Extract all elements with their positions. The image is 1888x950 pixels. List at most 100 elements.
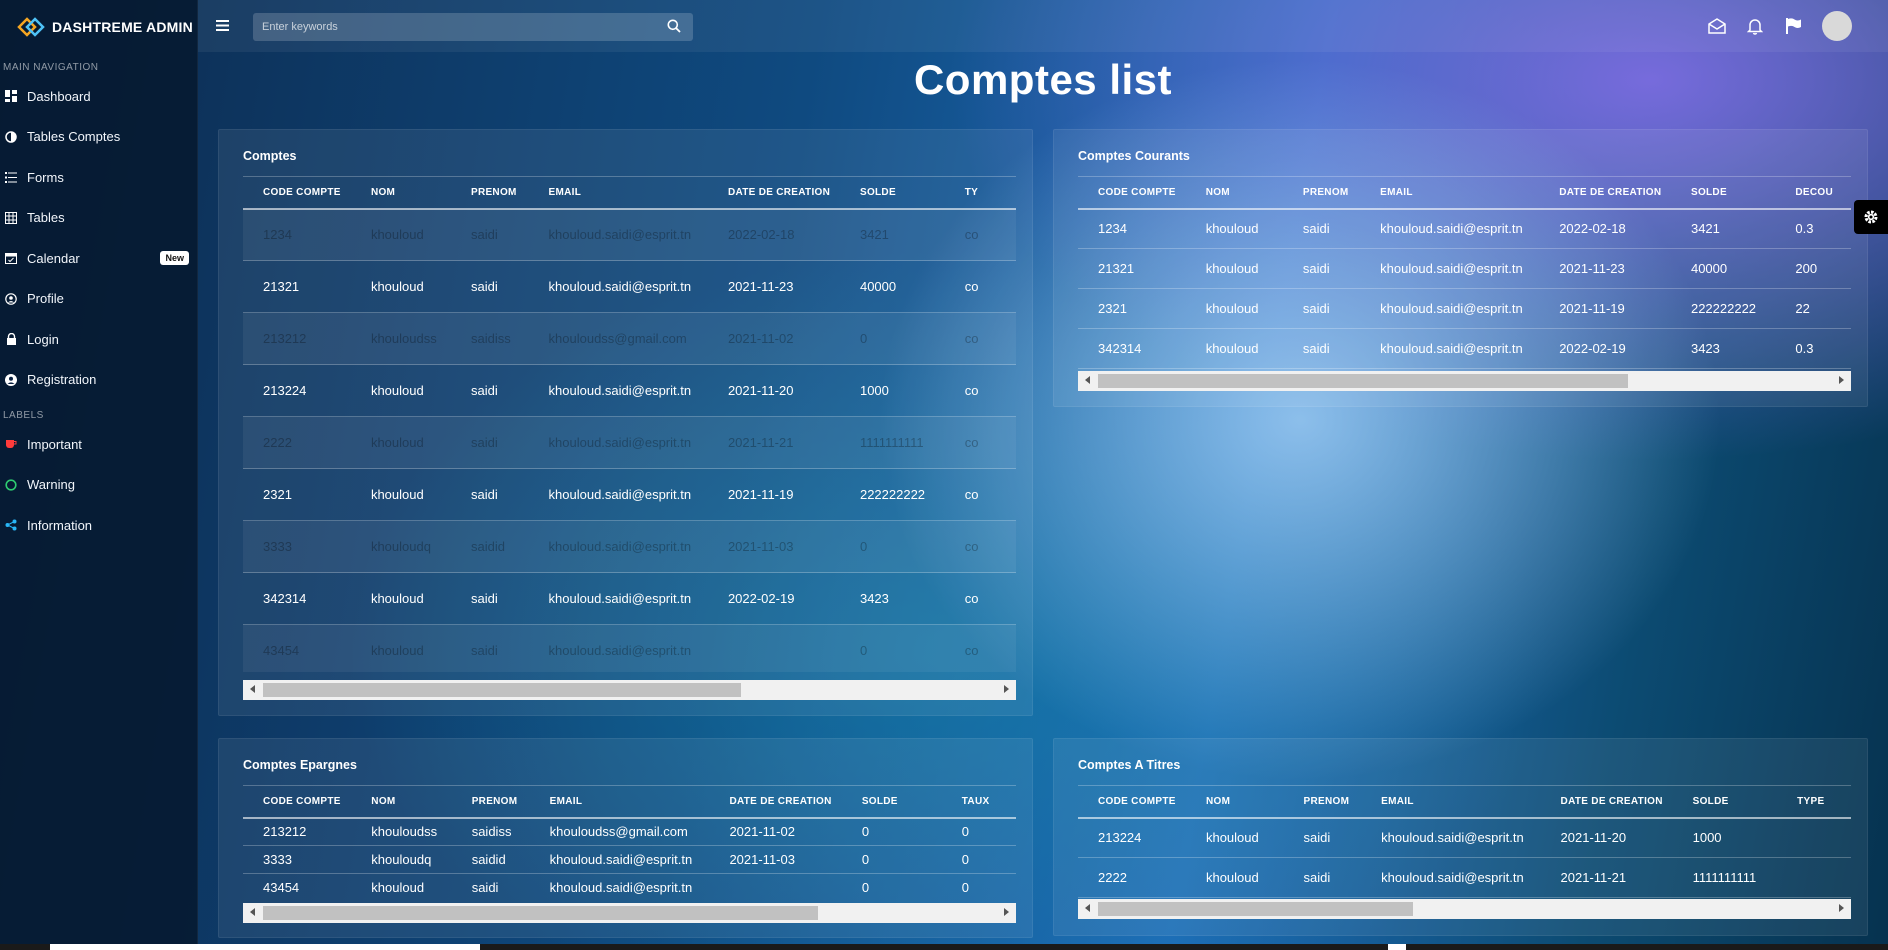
settings-gear-icon[interactable] — [1854, 200, 1888, 234]
column-header[interactable]: TY — [964, 176, 1016, 210]
column-header[interactable]: CODE COMPTE — [1078, 785, 1206, 819]
bell-icon[interactable] — [1736, 18, 1774, 35]
sidebar-label-warning[interactable]: Warning — [0, 465, 197, 506]
table-cell: khouloud — [1205, 288, 1303, 329]
search-icon[interactable] — [667, 19, 681, 38]
column-header[interactable]: NOM — [371, 785, 472, 819]
column-header[interactable]: PRENOM — [1303, 785, 1382, 819]
scrollbar-thumb[interactable] — [1098, 374, 1628, 388]
column-header[interactable]: PRENOM — [470, 176, 549, 210]
table-cell: 0 — [861, 845, 962, 874]
column-header[interactable]: DATE DE CREATION — [1559, 176, 1691, 210]
table-row[interactable]: 1234 khouloud saidi khouloud.saidi@esprit.t… — [243, 208, 1016, 261]
table-row[interactable]: 213224 khouloud saidi khouloud.saidi@esprit… — [1078, 817, 1851, 858]
scroll-right-arrow-icon[interactable] — [1004, 908, 1009, 916]
table-row[interactable]: 2222 khouloud saidi khouloud.saidi@esprit.t… — [1078, 857, 1851, 898]
scroll-right-arrow-icon[interactable] — [1004, 685, 1009, 693]
column-header[interactable]: PRENOM — [1302, 176, 1381, 210]
table-cell: khouloud.saidi@esprit.tn — [548, 572, 728, 625]
comptes-scrollbar[interactable] — [243, 680, 1016, 700]
table-row[interactable]: 3333 khouloudq saidid khouloud.saidi@esprit… — [243, 845, 1016, 874]
column-header[interactable]: TAUX — [961, 785, 1016, 819]
column-header[interactable]: EMAIL — [1381, 785, 1561, 819]
column-header[interactable]: CODE COMPTE — [243, 176, 371, 210]
sidebar-item-profile[interactable]: Profile — [0, 279, 197, 320]
sidebar-label-information[interactable]: Information — [0, 505, 197, 546]
column-header[interactable]: NOM — [1205, 176, 1303, 210]
scroll-right-arrow-icon[interactable] — [1839, 904, 1844, 912]
column-header[interactable]: NOM — [1205, 785, 1304, 819]
column-header[interactable]: SOLDE — [859, 176, 965, 210]
table-row[interactable]: 342314 khouloud saidi khouloud.saidi@esprit… — [243, 572, 1016, 625]
scroll-left-arrow-icon[interactable] — [250, 908, 255, 916]
table-cell: co — [964, 572, 1016, 625]
column-header[interactable]: SOLDE — [1692, 785, 1798, 819]
scroll-left-arrow-icon[interactable] — [250, 685, 255, 693]
menu-toggle-icon[interactable] — [216, 18, 229, 36]
column-header[interactable]: DATE DE CREATION — [1560, 785, 1693, 819]
table-cell: saidi — [1302, 248, 1381, 289]
sidebar-item-tables[interactable]: Tables — [0, 198, 197, 239]
table-cell: 2021-11-23 — [1559, 248, 1691, 289]
column-header[interactable]: EMAIL — [549, 785, 730, 819]
courants-scrollbar[interactable] — [1078, 371, 1851, 391]
scroll-left-arrow-icon[interactable] — [1085, 904, 1090, 912]
table-cell: 342314 — [243, 572, 371, 625]
table-cell: 1000 — [859, 364, 965, 417]
scrollbar-thumb[interactable] — [263, 683, 741, 697]
table-row[interactable]: 1234 khouloud saidi khouloud.saidi@esprit.t… — [1078, 208, 1851, 249]
table-cell: 2021-11-20 — [1560, 817, 1693, 858]
column-header[interactable]: DECOU — [1795, 176, 1851, 210]
column-header[interactable]: NOM — [370, 176, 471, 210]
table-row[interactable]: 43454 khouloud saidi khouloud.saidi@esprit.… — [243, 873, 1016, 901]
flag-icon[interactable] — [1774, 18, 1812, 34]
scroll-left-arrow-icon[interactable] — [1085, 376, 1090, 384]
brand[interactable]: DASHTREME ADMIN — [0, 0, 197, 54]
table-row[interactable]: 3333 khouloudq saidid khouloud.saidi@esprit… — [243, 520, 1016, 573]
epargnes-scrollbar[interactable] — [243, 903, 1016, 923]
avatar[interactable] — [1822, 11, 1852, 41]
sidebar-item-forms[interactable]: Forms — [0, 157, 197, 198]
titres-scrollbar[interactable] — [1078, 899, 1851, 919]
column-header[interactable]: EMAIL — [548, 176, 728, 210]
table-cell: khouloud.saidi@esprit.tn — [548, 520, 728, 573]
column-header[interactable]: CODE COMPTE — [243, 785, 372, 819]
table-row[interactable]: 2321 khouloud saidi khouloud.saidi@esprit.t… — [243, 468, 1016, 521]
sidebar-item-login[interactable]: Login — [0, 319, 197, 360]
bottom-strip-segment — [1388, 944, 1406, 950]
envelope-open-icon[interactable] — [1698, 18, 1736, 34]
table-row[interactable]: 342314 khouloud saidi khouloud.saidi@esprit… — [1078, 328, 1851, 369]
sidebar-item-calendar[interactable]: Calendar New — [0, 238, 197, 279]
scrollbar-thumb[interactable] — [1098, 902, 1413, 916]
column-header[interactable]: PRENOM — [471, 785, 550, 819]
table-row[interactable]: 213212 khouloudss saidiss khouloudss@gmail.… — [243, 817, 1016, 846]
column-header[interactable]: TYPE — [1797, 785, 1851, 819]
table-cell: khouloud.saidi@esprit.tn — [548, 416, 728, 469]
table-row[interactable]: 2321 khouloud saidi khouloud.saidi@esprit.t… — [1078, 288, 1851, 329]
column-header[interactable]: SOLDE — [1690, 176, 1796, 210]
table-row[interactable]: 213224 khouloud saidi khouloud.saidi@esprit… — [243, 364, 1016, 417]
table-cell: 213224 — [1078, 817, 1206, 858]
column-header[interactable]: EMAIL — [1380, 176, 1560, 210]
column-header[interactable]: SOLDE — [861, 785, 962, 819]
table-header-row: CODE COMPTE NOM PRENOM EMAIL DATE DE CREATIO… — [1078, 176, 1851, 210]
table-cell: co — [964, 468, 1016, 521]
search-input[interactable] — [253, 21, 653, 33]
sidebar-item-dashboard[interactable]: Dashboard — [0, 76, 197, 117]
table-cell: co — [964, 520, 1016, 573]
table-cell: saidid — [471, 845, 550, 874]
scrollbar-thumb[interactable] — [263, 906, 818, 920]
sidebar-item-registration[interactable]: Registration — [0, 360, 197, 401]
column-header[interactable]: CODE COMPTE — [1078, 176, 1206, 210]
column-header[interactable]: DATE DE CREATION — [729, 785, 862, 819]
table-row[interactable]: 213212 khouloudss saidiss khouloudss@gmail.… — [243, 312, 1016, 365]
card-title: Comptes Epargnes — [243, 758, 357, 772]
sidebar-item-tables-comptes[interactable]: Tables Comptes — [0, 117, 197, 158]
table-row[interactable]: 21321 khouloud saidi khouloud.saidi@esprit.… — [1078, 248, 1851, 289]
table-row[interactable]: 21321 khouloud saidi khouloud.saidi@esprit.… — [243, 260, 1016, 313]
scroll-right-arrow-icon[interactable] — [1839, 376, 1844, 384]
sidebar-label-important[interactable]: Important — [0, 424, 197, 465]
table-row[interactable]: 2222 khouloud saidi khouloud.saidi@esprit.t… — [243, 416, 1016, 469]
table-row[interactable]: 43454 khouloud saidi khouloud.saidi@esprit.… — [243, 624, 1016, 672]
column-header[interactable]: DATE DE CREATION — [727, 176, 860, 210]
